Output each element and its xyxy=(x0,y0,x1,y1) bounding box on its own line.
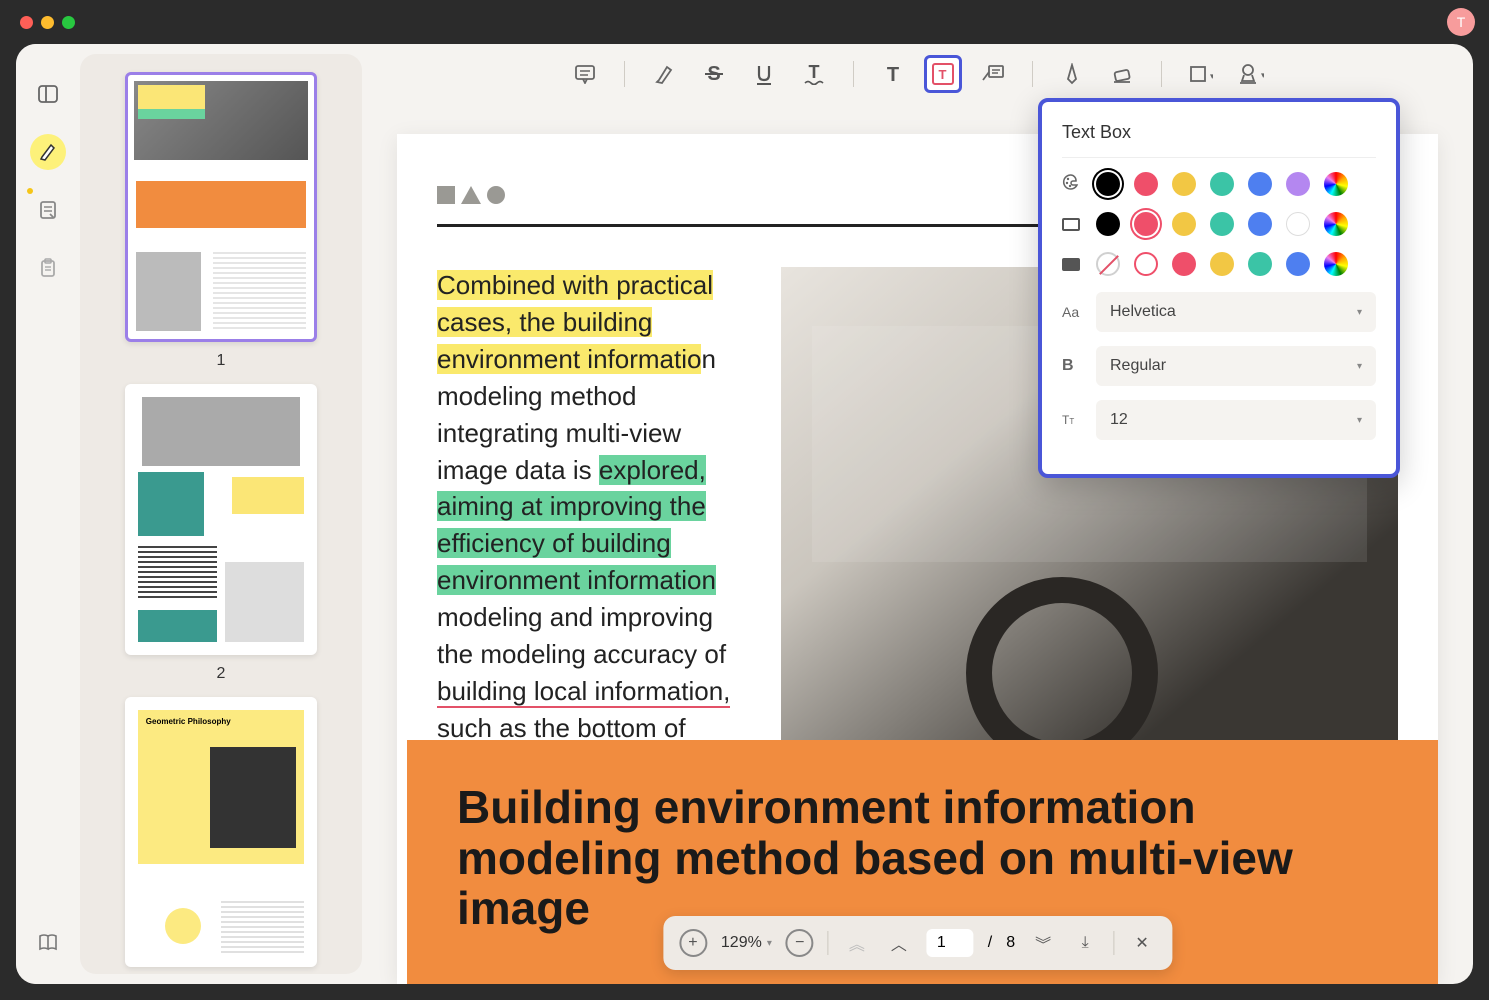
border-color-black[interactable] xyxy=(1096,212,1120,236)
thumbnail-label: 2 xyxy=(125,665,317,683)
pen-tool-icon[interactable] xyxy=(1053,55,1091,93)
chevron-down-icon: ▾ xyxy=(1357,361,1362,372)
thumbnail-label: 1 xyxy=(125,352,317,370)
font-size-select[interactable]: 12▾ xyxy=(1096,400,1376,440)
popup-title: Text Box xyxy=(1062,122,1376,158)
underline-tool-icon[interactable] xyxy=(745,55,783,93)
fill-none[interactable] xyxy=(1096,252,1120,276)
main-area: S T T T ▾ ▾ 12 Combined with practical c… xyxy=(362,44,1473,984)
border-color-custom[interactable] xyxy=(1324,212,1348,236)
svg-text:▾: ▾ xyxy=(1261,70,1264,80)
text-color-red[interactable] xyxy=(1134,172,1158,196)
current-page-input[interactable]: 1 xyxy=(927,929,974,957)
annotation-toolbar: S T T T ▾ ▾ xyxy=(362,44,1473,104)
article-title: Building environment information modelin… xyxy=(457,782,1388,934)
fill-icon xyxy=(1062,258,1082,271)
shape-tool-icon[interactable]: ▾ xyxy=(1182,55,1220,93)
fill-color-yellow[interactable] xyxy=(1210,252,1234,276)
svg-text:T: T xyxy=(808,63,819,82)
font-weight-select[interactable]: Regular▾ xyxy=(1096,346,1376,386)
zoom-level-dropdown[interactable]: 129%▾ xyxy=(721,934,772,952)
page-thumbnail-1[interactable]: 1 xyxy=(125,72,317,370)
total-pages: 8 xyxy=(1006,934,1015,952)
left-rail xyxy=(16,44,80,984)
fill-color-custom[interactable] xyxy=(1324,252,1348,276)
border-color-blue[interactable] xyxy=(1248,212,1272,236)
svg-text:T: T xyxy=(886,64,898,84)
fill-color-red-outline[interactable] xyxy=(1134,252,1158,276)
text-color-custom[interactable] xyxy=(1324,172,1348,196)
next-page-button[interactable]: ︾ xyxy=(1029,929,1057,957)
fill-color-red[interactable] xyxy=(1172,252,1196,276)
svg-text:▾: ▾ xyxy=(1210,71,1213,81)
highlight-yellow[interactable]: Combined with practical cases, the build… xyxy=(437,270,713,374)
border-color-white[interactable] xyxy=(1286,212,1310,236)
squiggly-tool-icon[interactable]: T xyxy=(795,55,833,93)
close-window-button[interactable] xyxy=(20,16,33,29)
maximize-window-button[interactable] xyxy=(62,16,75,29)
font-family-row: Aa Helvetica▾ xyxy=(1062,292,1376,332)
font-icon: Aa xyxy=(1062,304,1082,320)
minimize-window-button[interactable] xyxy=(41,16,54,29)
stamp-tool-icon[interactable]: ▾ xyxy=(1232,55,1270,93)
header-shapes-icon xyxy=(437,186,505,204)
border-icon xyxy=(1062,218,1082,231)
zoom-in-button[interactable]: + xyxy=(679,929,707,957)
textbox-tool-icon[interactable]: T xyxy=(924,55,962,93)
clipboard-mode-icon[interactable] xyxy=(30,250,66,286)
text-color-yellow[interactable] xyxy=(1172,172,1196,196)
eraser-tool-icon[interactable] xyxy=(1103,55,1141,93)
font-family-select[interactable]: Helvetica▾ xyxy=(1096,292,1376,332)
notification-dot xyxy=(27,188,33,194)
border-color-teal[interactable] xyxy=(1210,212,1234,236)
chevron-down-icon: ▾ xyxy=(1357,415,1362,426)
text-color-black[interactable] xyxy=(1096,172,1120,196)
font-weight-row: B Regular▾ xyxy=(1062,346,1376,386)
palette-icon xyxy=(1062,173,1082,195)
highlighter-tool-icon[interactable] xyxy=(645,55,683,93)
first-page-button[interactable]: ︽ xyxy=(843,929,871,957)
close-bar-button[interactable]: ✕ xyxy=(1128,929,1156,957)
fill-color-blue[interactable] xyxy=(1286,252,1310,276)
fill-color-row xyxy=(1062,252,1376,276)
font-size-icon: TT xyxy=(1062,413,1082,427)
fill-color-teal[interactable] xyxy=(1248,252,1272,276)
highlighter-mode-icon[interactable] xyxy=(30,134,66,170)
thumbnails-panel: 1 2 Geometric Philosophy xyxy=(80,54,362,974)
text-color-blue[interactable] xyxy=(1248,172,1272,196)
font-size-row: TT 12▾ xyxy=(1062,400,1376,440)
text-color-purple[interactable] xyxy=(1286,172,1310,196)
chevron-down-icon: ▾ xyxy=(1357,307,1362,318)
zoom-out-button[interactable]: − xyxy=(786,929,814,957)
last-page-button[interactable]: ⤓ xyxy=(1071,929,1099,957)
border-color-row xyxy=(1062,212,1376,236)
strikethrough-tool-icon[interactable]: S xyxy=(695,55,733,93)
page-thumbnail-3[interactable]: Geometric Philosophy xyxy=(125,697,317,967)
sidebar-toggle-icon[interactable] xyxy=(30,76,66,112)
prev-page-button[interactable]: ︿ xyxy=(885,929,913,957)
border-color-red[interactable] xyxy=(1134,212,1158,236)
page-thumbnail-2[interactable]: 2 xyxy=(125,384,317,682)
zoom-navigation-bar: + 129%▾ − ︽ ︿ 1 / 8 ︾ ⤓ ✕ xyxy=(663,916,1172,970)
text-tool-icon[interactable]: T xyxy=(874,55,912,93)
user-avatar[interactable]: T xyxy=(1447,8,1475,36)
bold-icon: B xyxy=(1062,357,1082,375)
text-color-row xyxy=(1062,172,1376,196)
textbox-properties-popup: Text Box xyxy=(1038,98,1400,478)
app-window: 1 2 Geometric Philosophy S T T T ▾ ▾ xyxy=(16,44,1473,984)
titlebar: T xyxy=(0,0,1489,44)
page-separator: / xyxy=(988,934,992,952)
comment-tool-icon[interactable] xyxy=(566,55,604,93)
border-color-yellow[interactable] xyxy=(1172,212,1196,236)
notes-mode-icon[interactable] xyxy=(30,192,66,228)
window-controls xyxy=(20,16,75,29)
callout-tool-icon[interactable] xyxy=(974,55,1012,93)
text-color-teal[interactable] xyxy=(1210,172,1234,196)
book-view-icon[interactable] xyxy=(30,924,66,960)
